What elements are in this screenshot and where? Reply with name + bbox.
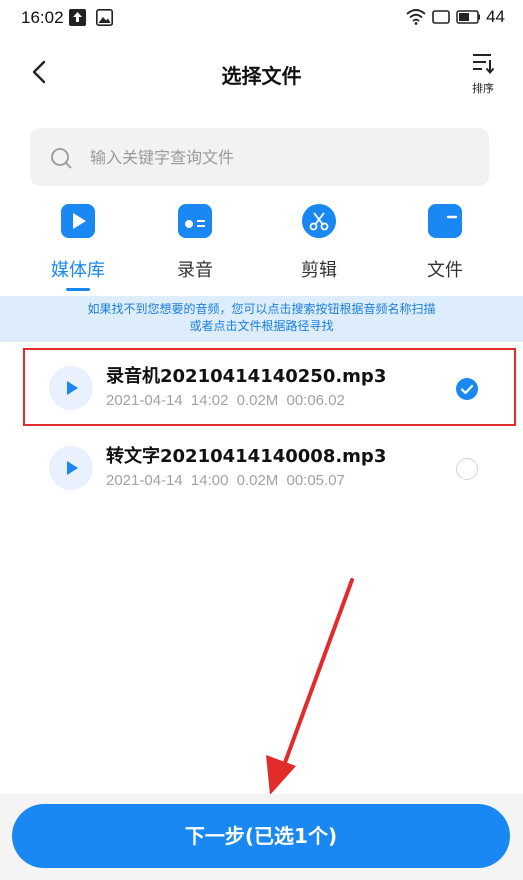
page-title: 选择文件 (221, 64, 302, 88)
status-icons: 44 (406, 7, 505, 27)
tab-label: 录音 (177, 260, 213, 281)
scissors-icon (302, 204, 336, 238)
selection-checkbox[interactable] (456, 458, 478, 480)
tab-label: 媒体库 (51, 260, 105, 281)
tab-files[interactable]: 文件 (395, 198, 495, 294)
tip-line-2: 或者点击文件根据路径寻找 (189, 319, 334, 333)
file-date: 2021-04-14 14:00 (106, 472, 229, 489)
tab-label: 文件 (427, 260, 463, 281)
image-notification-icon (96, 9, 113, 26)
battery-icon (456, 10, 481, 24)
bottom-bar: 下一步(已选1个) (0, 794, 523, 880)
tab-media-library[interactable]: 媒体库 (28, 198, 128, 294)
tip-line-1: 如果找不到您想要的音频，您可以点击搜索按钮根据音频名称扫描 (87, 302, 436, 316)
play-button[interactable] (49, 446, 93, 490)
file-name: 转文字20210414140008.mp3 (106, 446, 387, 467)
search-bar[interactable] (30, 128, 489, 186)
main-content: 媒体库 录音 剪辑 (0, 114, 523, 794)
play-icon (61, 204, 95, 238)
file-meta: 2021-04-14 14:00 0.02M 00:05.07 (106, 472, 345, 489)
file-size: 0.02M (236, 472, 279, 489)
tab-label: 剪辑 (301, 260, 337, 281)
wifi-icon (406, 9, 426, 25)
search-icon (51, 148, 72, 169)
next-step-button[interactable]: 下一步(已选1个) (12, 804, 510, 868)
file-row[interactable]: 转文字20210414140008.mp3 2021-04-14 14:00 0… (0, 428, 523, 508)
tab-active-indicator (66, 288, 90, 291)
status-bar: 16:02 44 (0, 0, 523, 38)
radio-icon (178, 204, 212, 238)
highlight-annotation (23, 348, 516, 426)
tab-recordings[interactable]: 录音 (145, 198, 245, 294)
upload-notification-icon (69, 9, 86, 26)
header: 选择文件 排序 (0, 38, 523, 114)
sort-icon (473, 54, 495, 75)
play-icon (67, 461, 78, 475)
search-tip-banner: 如果找不到您想要的音频，您可以点击搜索按钮根据音频名称扫描 或者点击文件根据路径… (0, 296, 523, 342)
file-duration: 00:05.07 (286, 472, 345, 489)
search-input[interactable] (90, 144, 470, 170)
tab-clips[interactable]: 剪辑 (269, 198, 369, 294)
status-time: 16:02 (21, 8, 64, 27)
battery-level: 44 (486, 7, 505, 26)
sort-label: 排序 (472, 82, 494, 95)
folder-icon (428, 204, 462, 238)
category-tabs: 媒体库 录音 剪辑 文件 (0, 198, 523, 294)
sort-button[interactable]: 排序 (465, 52, 501, 98)
screen-icon (432, 10, 450, 24)
